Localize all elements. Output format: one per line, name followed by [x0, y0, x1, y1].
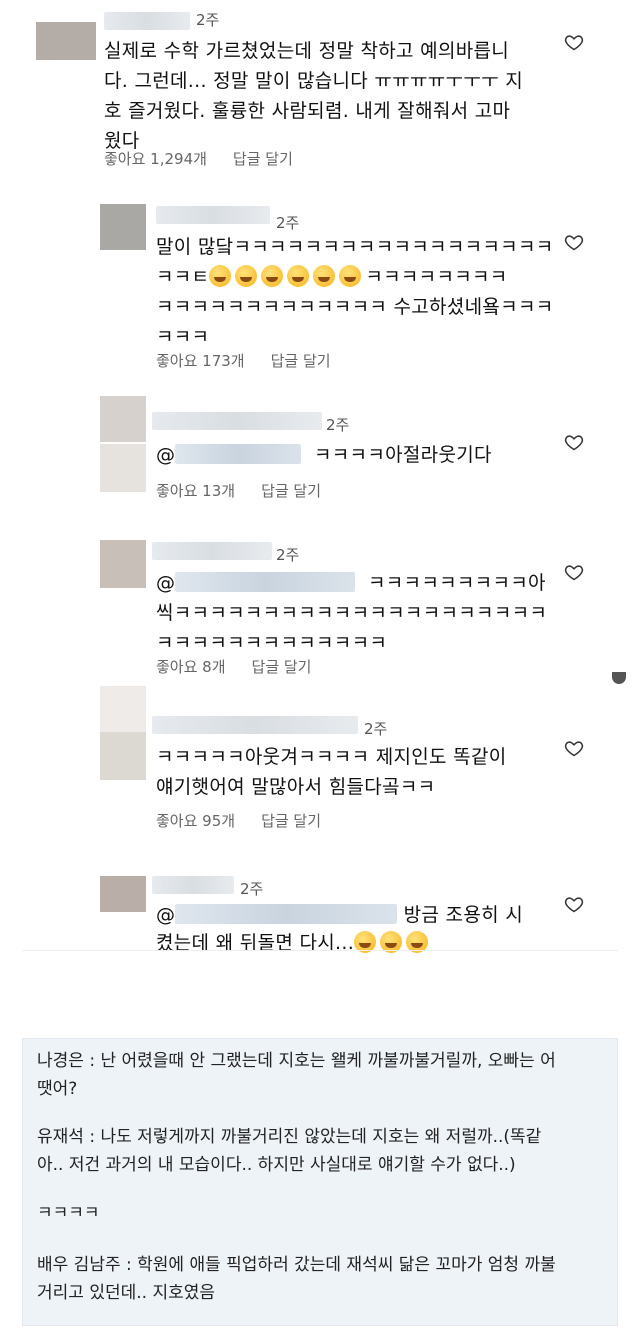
comment-text: 실제로 수학 가르쳤었는데 정말 착하고 예의바릅니 다. 그런데... 정말 …	[104, 40, 523, 152]
comment-time: 2주	[276, 546, 300, 564]
comment-meta: 좋아요 95개 답글 달기	[156, 810, 347, 831]
avatar-upper	[100, 686, 146, 732]
comment-meta: 좋아요 1,294개 답글 달기	[104, 148, 319, 169]
mention-username-blurred[interactable]	[175, 904, 398, 924]
comment-text-part: 방금 조용히 시	[403, 904, 524, 926]
comment-text-line1: 말이 많닼ㅋㅋㅋㅋㅋㅋㅋㅋㅋㅋㅋㅋㅋㅋㅋㅋㅋㅋ	[156, 236, 554, 258]
avatar[interactable]	[100, 540, 146, 588]
comment-text-line1: @ 방금 조용히 시	[156, 900, 576, 930]
scroll-indicator-icon[interactable]	[612, 672, 626, 684]
likes-count[interactable]: 좋아요 173개	[156, 352, 245, 370]
quote-line-3: 유재석 : 나도 저렇게까지 까불거리진 않았는데 지호는 왜 저럴까..(똑같	[37, 1127, 542, 1147]
comment-text-line1: @ ㅋㅋㅋㅋㅋㅋㅋㅋㅋ아	[156, 568, 556, 598]
quote-line-4: 아.. 저건 과거의 내 모습이다.. 하지만 사실대로 얘기할 수가 없다..…	[37, 1155, 516, 1175]
comment-text: @ ㅋㅋㅋㅋ아절라웃기다	[156, 440, 556, 470]
laughing-emoji-icon	[261, 265, 284, 287]
comment-time: 2주	[196, 11, 220, 29]
quote-line-5: ㅋㅋㅋㅋ	[37, 1203, 100, 1223]
likes-count[interactable]: 좋아요 95개	[156, 812, 235, 830]
mention-username-blurred[interactable]	[175, 572, 356, 592]
mention-username-blurred[interactable]	[175, 444, 302, 464]
comment-time: 2주	[364, 720, 388, 738]
comment-text-part: ㅋㅋㅋㅋㅋㅋㅋㅋ	[365, 266, 508, 288]
username-blurred[interactable]	[152, 542, 272, 560]
quote-line-7: 거리고 있던데.. 지호였음	[37, 1283, 216, 1303]
comment-time: 2주	[326, 416, 350, 434]
comment-text-line3: ㅋㅋㅋㅋㅋㅋㅋㅋㅋㅋㅋㅋㅋ 수고하셨네욬ㅋㅋㅋ ㅋㅋㅋ	[156, 296, 554, 348]
avatar[interactable]	[100, 396, 146, 442]
laughing-emoji-icon	[209, 265, 232, 287]
username-blurred[interactable]	[104, 12, 190, 30]
heart-icon[interactable]	[564, 562, 584, 582]
mention-at[interactable]: @	[156, 904, 175, 926]
heart-icon[interactable]	[564, 432, 584, 452]
mention-at[interactable]: @	[156, 572, 175, 594]
username-blurred[interactable]	[156, 206, 270, 224]
comment-text-line2: 씩ㅋㅋㅋㅋㅋㅋㅋㅋㅋㅋㅋㅋㅋㅋㅋㅋㅋㅋㅋㅋㅋ ㅋㅋㅋㅋㅋㅋㅋㅋㅋㅋㅋㅋㅋ	[156, 602, 548, 654]
comment-meta: 좋아요 13개 답글 달기	[156, 480, 347, 501]
avatar[interactable]	[100, 876, 146, 912]
comment-time: 2주	[240, 880, 264, 898]
comment-text-part: ㅋㅋㅋㅋㅋㅋㅋㅋㅋ아	[368, 572, 546, 594]
quote-line-1: 나경은 : 난 어렸을때 안 그랬는데 지호는 왤케 까불까불거릴까, 오빠는 …	[37, 1051, 556, 1071]
quote-box: 나경은 : 난 어렸을때 안 그랬는데 지호는 왤케 까불까불거릴까, 오빠는 …	[22, 1038, 618, 1326]
comment-text-line2: 켰는데 왜 뒤돌면 다시...	[156, 928, 576, 958]
reply-link[interactable]: 답글 달기	[261, 812, 321, 830]
laughing-emoji-icon	[313, 265, 336, 287]
username-blurred[interactable]	[152, 412, 322, 430]
quote-line-2: 땟어?	[37, 1079, 78, 1099]
reply-link[interactable]: 답글 달기	[233, 150, 293, 168]
heart-icon[interactable]	[564, 738, 584, 758]
likes-count[interactable]: 좋아요 1,294개	[104, 150, 207, 168]
mention-at[interactable]: @	[156, 444, 175, 466]
comment-meta: 좋아요 173개 답글 달기	[156, 350, 357, 371]
likes-count[interactable]: 좋아요 8개	[156, 658, 226, 676]
laughing-emoji-icon	[235, 265, 258, 287]
comment-text: ㅋㅋㅋㅋㅋ아웃겨ㅋㅋㅋㅋ 제지인도 똑같이 얘기햇어여 말많아서 힘들다곸ㅋㅋ	[156, 746, 507, 798]
avatar[interactable]	[100, 204, 146, 250]
heart-icon[interactable]	[564, 894, 584, 914]
username-blurred[interactable]	[152, 876, 234, 894]
heart-icon[interactable]	[564, 32, 584, 52]
username-blurred[interactable]	[152, 716, 358, 734]
comment-text-part: ㅋㅋㅋㅋ아절라웃기다	[314, 444, 492, 466]
avatar[interactable]	[100, 732, 146, 780]
reply-link[interactable]: 답글 달기	[252, 658, 312, 676]
comment-time: 2주	[276, 214, 300, 232]
comment-text-part: ㅋㅋㅌ	[156, 266, 210, 288]
avatar-lower	[100, 444, 146, 492]
laughing-emoji-icon	[287, 265, 310, 287]
reply-link[interactable]: 답글 달기	[261, 482, 321, 500]
avatar[interactable]	[36, 22, 96, 60]
comment-meta: 좋아요 8개 답글 달기	[156, 656, 337, 677]
laughing-emoji-icon	[339, 265, 362, 287]
divider	[22, 950, 618, 951]
reply-link[interactable]: 답글 달기	[271, 352, 331, 370]
heart-icon[interactable]	[564, 232, 584, 252]
quote-line-6: 배우 김남주 : 학원에 애들 픽업하러 갔는데 재석씨 닮은 꼬마가 엄청 까…	[37, 1255, 556, 1275]
likes-count[interactable]: 좋아요 13개	[156, 482, 235, 500]
comment-text-line2: ㅋㅋㅌ ㅋㅋㅋㅋㅋㅋㅋㅋ	[156, 262, 556, 292]
